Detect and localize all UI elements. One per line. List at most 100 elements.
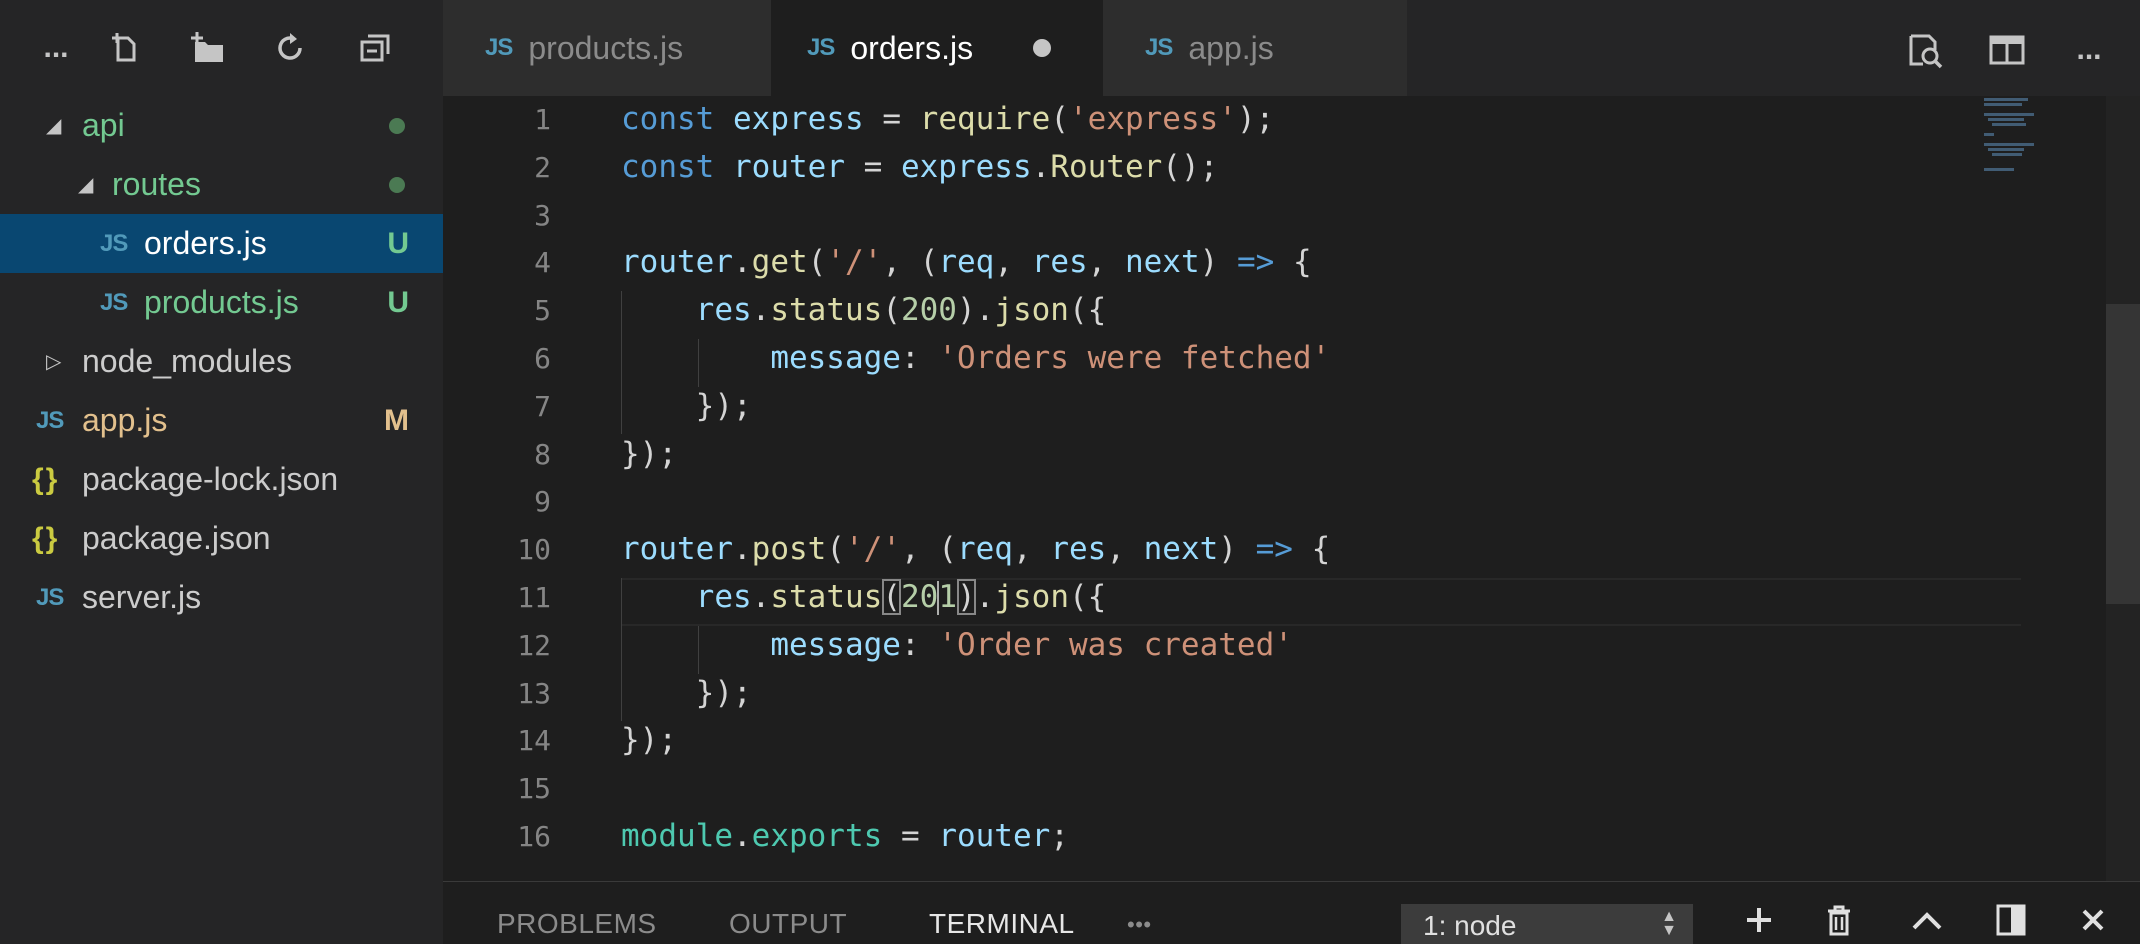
new-folder-icon[interactable] [186,26,230,70]
updown-chevron-icon: ▲ ▼ [1661,908,1677,939]
panel-tab-output[interactable]: OUTPUT [729,908,847,940]
panel-tab-problems[interactable]: PROBLEMS [497,908,657,940]
unsaved-dot-icon[interactable] [1033,39,1052,57]
code-line-5: res.status(200).json({ [621,287,2021,335]
token: Router [1050,148,1163,185]
tree-item-products-js[interactable]: JS products.js U [0,273,443,332]
explorer-toolbar: ... [0,0,443,100]
token: . [1031,148,1051,185]
token: req [956,531,1013,568]
tree-item-label: server.js [82,579,202,615]
code-line-13: }); [621,670,2021,718]
panel-tab-terminal[interactable]: TERMINAL [929,908,1075,940]
git-status-badge: M [384,403,409,437]
tree-item-app-js[interactable]: JS app.js M [0,391,443,450]
bracket-match: ) [956,578,976,615]
plus-icon[interactable] [1737,898,1781,942]
token: next [1124,244,1200,281]
split-editor-icon[interactable] [1983,26,2031,74]
token: res [695,292,752,329]
trash-icon[interactable] [1817,898,1861,942]
token: , [1106,531,1144,568]
js-file-icon: JS [1145,34,1173,61]
line-number: 12 [517,628,551,662]
close-icon[interactable] [2071,898,2115,942]
tree-item-label: node_modules [82,343,292,379]
token: ) [1199,244,1237,281]
token: . [732,531,752,568]
js-file-icon: JS [36,406,64,434]
tree-item-server-js[interactable]: JS server.js [0,568,443,627]
token: , [1012,531,1051,568]
token: next [1143,531,1219,568]
explorer-more-button[interactable]: ... [34,26,78,70]
scrollbar-thumb[interactable] [2106,304,2140,604]
code-editor[interactable]: 1 2 3 4 5 6 7 8 9 10 11 12 13 14 15 16 c… [443,96,2140,881]
tree-item-api[interactable]: ◢ api [0,96,443,155]
chevron-down-icon: ◢ [46,115,62,137]
js-file-icon: JS [100,229,128,257]
token: . [732,817,752,854]
code-line-6: message: 'Orders were fetched' [621,335,2021,383]
code-lines: const express = require('express'); cons… [621,96,2021,861]
token: ({ [1068,292,1107,329]
minimap[interactable] [1984,96,2054,186]
open-changes-icon[interactable] [1901,26,1949,74]
tree-item-package-json[interactable]: {} package.json [0,509,443,568]
split-panel-icon[interactable] [1989,898,2033,942]
token: }); [621,435,677,472]
tab-orders-js[interactable]: JS orders.js [771,0,1103,96]
tree-item-package-lock-json[interactable]: {} package-lock.json [0,450,443,509]
token: ). [956,292,995,329]
chevron-up-icon[interactable] [1905,898,1949,942]
tree-item-label: package-lock.json [82,461,339,497]
editor-more-actions-button[interactable]: ... [2065,26,2113,74]
token: { [1274,244,1312,281]
token: = [844,148,901,185]
token: res [1050,531,1107,568]
token: 'Order was created' [938,626,1293,663]
token: '/' [844,531,901,568]
token: status [770,578,883,615]
line-number: 3 [534,198,551,232]
collapse-all-icon[interactable] [354,26,398,70]
panel-more-button[interactable]: ••• [1127,912,1152,938]
token: post [751,531,827,568]
line-number: 11 [517,580,551,614]
token: (); [1162,148,1219,185]
bottom-panel: PROBLEMS OUTPUT TERMINAL ••• 1: node ▲ ▼ [443,881,2140,944]
token: json [994,578,1069,615]
line-number: 8 [534,437,551,471]
token: module [621,817,733,854]
js-file-icon: JS [100,288,128,316]
token: ( [1050,101,1069,137]
token: exports [751,817,883,854]
code-line-4: router.get('/', (req, res, next) => { [621,239,2021,287]
token: { [1292,531,1331,568]
tree-item-node-modules[interactable]: ▷ node_modules [0,332,443,391]
new-file-icon[interactable] [104,26,148,70]
tab-label: orders.js [850,29,974,66]
terminal-select[interactable]: 1: node ▲ ▼ [1401,904,1693,944]
token: message [770,626,901,663]
tree-item-routes[interactable]: ◢ routes [0,155,443,214]
explorer-sidebar: ... ◢ api ◢ routes JS orders.js U JS pro… [0,0,443,944]
line-number: 2 [534,150,551,184]
code-line-2: const router = express.Router(); [621,144,2021,192]
tab-products-js[interactable]: JS products.js [443,0,771,96]
vertical-scrollbar[interactable] [2106,96,2140,881]
line-number-gutter: 1 2 3 4 5 6 7 8 9 10 11 12 13 14 15 16 [443,96,573,861]
token: = [863,101,920,137]
refresh-icon[interactable] [268,26,312,70]
line-number: 15 [517,772,551,806]
token: express [900,148,1032,185]
token: get [751,244,808,281]
line-number: 1 [534,103,551,136]
token: : [900,339,939,376]
token: ); [1236,101,1275,137]
tab-label: app.js [1188,29,1274,66]
tab-app-js[interactable]: JS app.js [1103,0,1407,96]
tree-item-orders-js[interactable]: JS orders.js U [0,214,443,273]
